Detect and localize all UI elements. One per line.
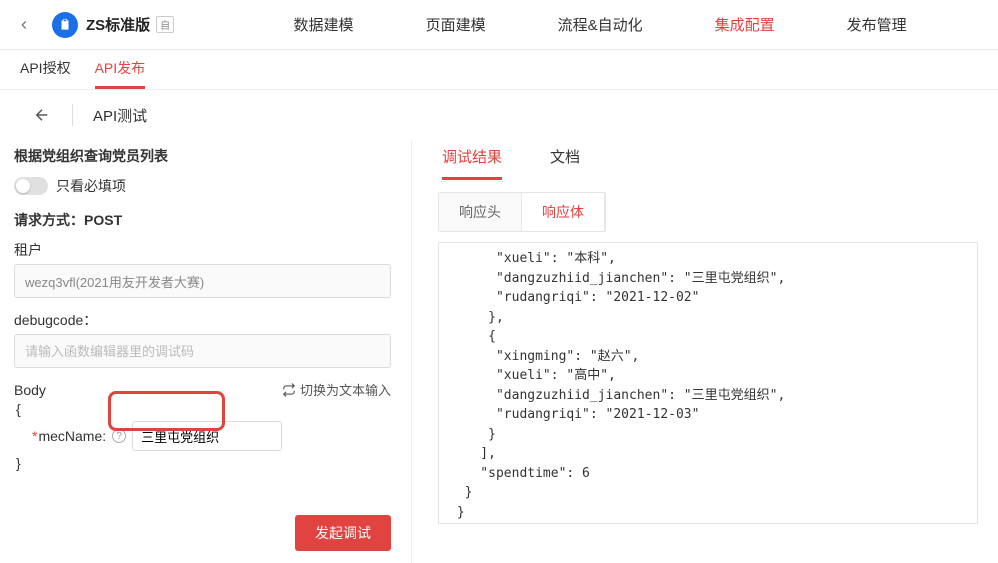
brand: ZS标准版 自 (52, 12, 174, 38)
mecname-input[interactable] (132, 421, 282, 451)
tenant-label: 租户 (14, 240, 391, 260)
tab-response-body[interactable]: 响应体 (521, 193, 605, 231)
open-brace: { (14, 401, 391, 417)
subtab-api-publish[interactable]: API发布 (95, 58, 146, 89)
main-panel: 根据党组织查询党员列表 只看必填项 请求方式：POST 租户 debugcode… (0, 140, 998, 563)
nav-publish[interactable]: 发布管理 (843, 14, 911, 35)
response-body-box[interactable]: "xueli": "本科", "dangzuzhiid_jianchen": "… (438, 242, 978, 524)
switch-to-text-input[interactable]: 切换为文本输入 (282, 380, 391, 399)
request-panel: 根据党组织查询党员列表 只看必填项 请求方式：POST 租户 debugcode… (0, 140, 412, 563)
nav-integration-config[interactable]: 集成配置 (711, 14, 779, 35)
debugcode-label: debugcode： (14, 310, 391, 330)
submit-row: 发起调试 (14, 503, 391, 563)
body-param-key: mecName: (38, 428, 106, 444)
debugcode-input[interactable] (14, 334, 391, 368)
response-tabs: 响应头 响应体 (438, 192, 606, 232)
tab-response-headers[interactable]: 响应头 (439, 193, 521, 231)
page-back-icon[interactable] (32, 105, 52, 125)
request-method: 请求方式：POST (14, 210, 391, 230)
nav-flow-automation[interactable]: 流程&自动化 (554, 14, 647, 35)
page-title: API测试 (93, 105, 147, 126)
tenant-input[interactable] (14, 264, 391, 298)
tab-debug-result[interactable]: 调试结果 (442, 146, 502, 180)
help-icon[interactable]: ? (112, 429, 126, 443)
main-nav: 数据建模 页面建模 流程&自动化 集成配置 发布管理 (214, 14, 986, 35)
body-param-row: * mecName: ? (14, 421, 391, 451)
only-required-label: 只看必填项 (56, 176, 126, 196)
top-navbar: ZS标准版 自 数据建模 页面建模 流程&自动化 集成配置 发布管理 (0, 0, 998, 50)
swap-icon (282, 383, 296, 397)
sub-nav: API授权 API发布 (0, 50, 998, 90)
tab-docs[interactable]: 文档 (550, 146, 580, 180)
back-chevron-icon[interactable] (12, 13, 36, 37)
response-panel: 调试结果 文档 响应头 响应体 "xueli": "本科", "dangzuzh… (412, 140, 998, 563)
only-required-row: 只看必填项 (14, 176, 391, 196)
page-head: API测试 (0, 90, 998, 140)
subtab-api-auth[interactable]: API授权 (20, 58, 71, 89)
submit-debug-button[interactable]: 发起调试 (295, 515, 391, 551)
body-label: Body (14, 382, 46, 398)
only-required-toggle[interactable] (14, 177, 48, 195)
api-description: 根据党组织查询党员列表 (14, 146, 391, 166)
result-tabs: 调试结果 文档 (438, 146, 978, 180)
brand-name: ZS标准版 (86, 14, 150, 35)
divider (72, 104, 73, 126)
body-header: Body 切换为文本输入 (14, 380, 391, 399)
close-brace: } (14, 455, 391, 471)
nav-data-model[interactable]: 数据建模 (290, 14, 358, 35)
brand-badge: 自 (156, 16, 174, 33)
required-star: * (32, 428, 37, 444)
clipboard-icon (52, 12, 78, 38)
nav-page-model[interactable]: 页面建模 (422, 14, 490, 35)
